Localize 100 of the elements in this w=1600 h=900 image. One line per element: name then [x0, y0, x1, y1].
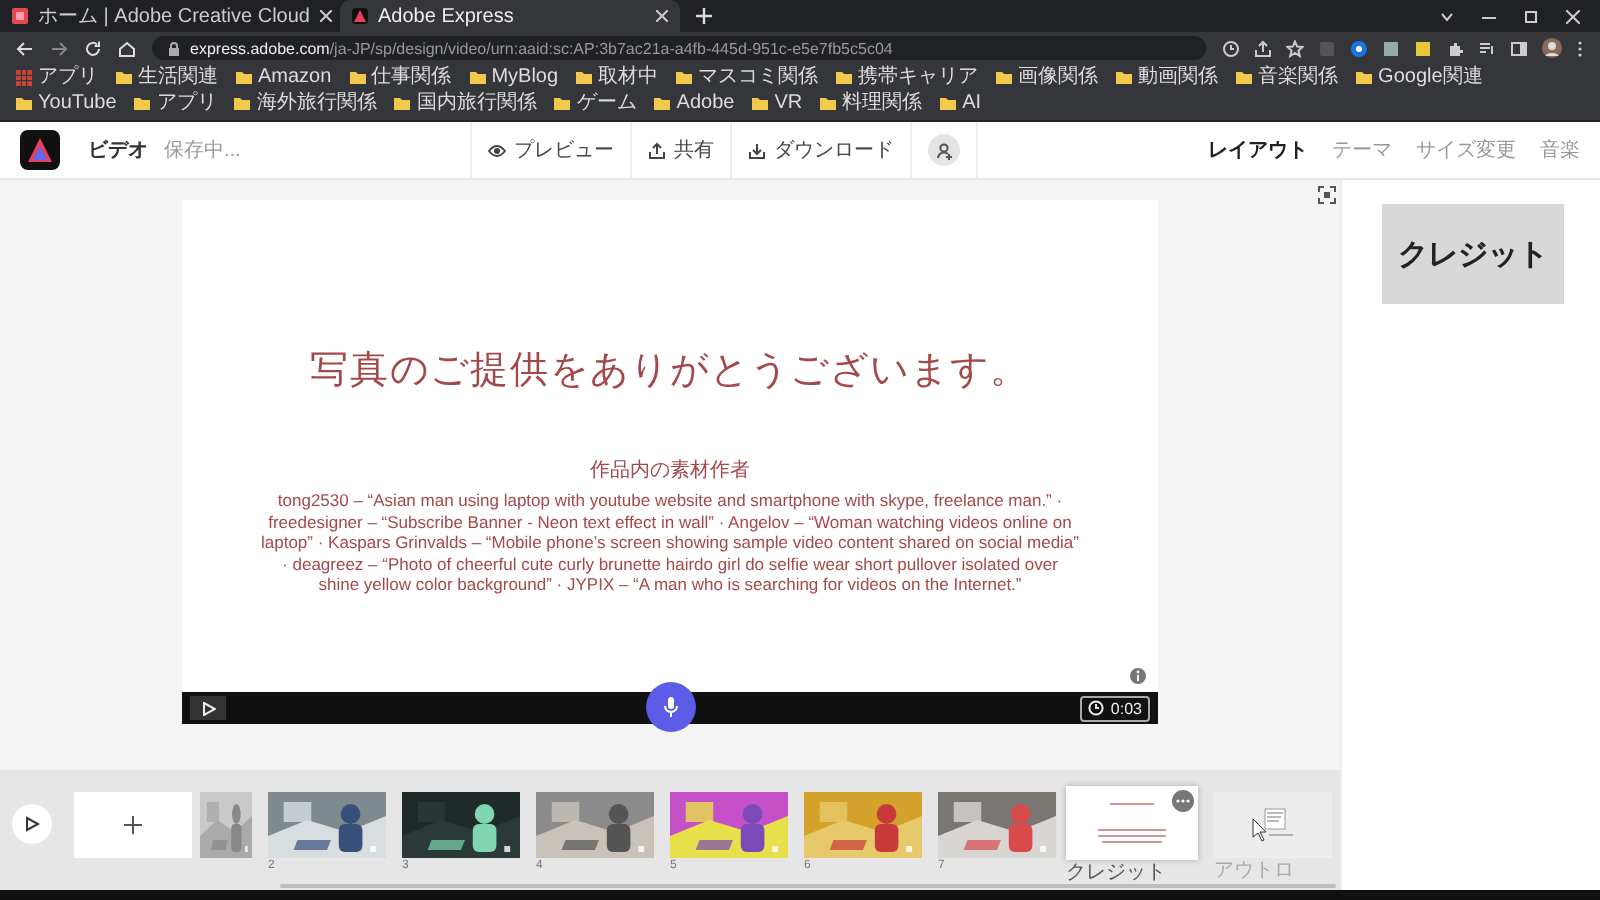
clip-label: アウトロ [1214, 860, 1296, 882]
share-icon[interactable] [1254, 39, 1272, 57]
clip-thumbnail[interactable] [536, 792, 654, 858]
reload-icon[interactable] [84, 39, 102, 57]
clip-thumbnail[interactable] [804, 792, 922, 858]
bookmark[interactable]: YouTube [16, 92, 117, 116]
bookmark[interactable]: アプリ [134, 92, 217, 116]
bookmark[interactable]: 取材中 [576, 66, 659, 90]
menu-icon[interactable] [1576, 39, 1584, 57]
bookmark[interactable]: 料理関係 [820, 92, 923, 116]
history-icon[interactable] [1222, 39, 1240, 57]
profile-avatar-icon[interactable] [1542, 38, 1562, 58]
clip-thumbnail[interactable] [670, 792, 788, 858]
lock-icon [168, 41, 180, 55]
clock-icon [1088, 700, 1105, 716]
play-button[interactable] [12, 804, 52, 844]
close-icon[interactable] [320, 10, 332, 22]
forward-icon[interactable] [50, 39, 68, 57]
bookmark[interactable]: Google関連 [1356, 66, 1483, 90]
folder-icon [349, 70, 366, 86]
clip-thumbnail[interactable] [1214, 792, 1332, 858]
close-icon[interactable] [656, 10, 668, 22]
bookmark[interactable]: ゲーム [554, 92, 637, 116]
app-logo-icon[interactable] [20, 130, 60, 170]
folder-icon [469, 70, 486, 86]
scrollbar[interactable] [280, 884, 1336, 888]
duration-badge[interactable]: 0:03 [1080, 695, 1150, 721]
sidebar-icon[interactable] [1510, 39, 1528, 57]
tab-favicon-icon [12, 8, 28, 24]
maximize-icon[interactable] [1524, 9, 1538, 23]
close-icon[interactable] [1566, 9, 1580, 23]
eye-icon [488, 141, 507, 159]
add-person-icon [935, 141, 954, 159]
star-icon[interactable] [1286, 39, 1304, 57]
bookmark[interactable]: 音楽関係 [1236, 66, 1339, 90]
slide-title: 写真のご提供をありがとうございます。 [310, 348, 1030, 396]
bookmark[interactable]: Amazon [236, 66, 332, 90]
save-status: 保存中... [164, 137, 241, 164]
new-tab-icon[interactable] [696, 8, 712, 24]
bookmark[interactable]: 生活関連 [116, 66, 218, 90]
share-icon [648, 141, 667, 159]
bookmark[interactable]: MyBlog [469, 66, 559, 90]
folder-icon [1356, 70, 1373, 86]
clip-label: クレジット [1066, 862, 1168, 884]
home-icon[interactable] [118, 39, 136, 57]
folder-icon [996, 70, 1013, 86]
apps-grid-icon [16, 70, 32, 86]
play-icon [201, 701, 215, 715]
tab-title: ホーム | Adobe Creative Cloud [38, 4, 310, 30]
folder-icon [940, 96, 957, 112]
media-icon[interactable] [1478, 39, 1496, 57]
folder-icon [394, 96, 411, 112]
address-bar[interactable]: express.adobe.com/ja-JP/sp/design/video/urn:aaid:sc:AP:3b7ac21a-a4fb-445d-951c-e5e7fb5c5c04 [152, 36, 1206, 60]
folder-icon [1236, 70, 1253, 86]
folder-icon [1116, 70, 1133, 86]
bookmark[interactable]: 国内旅行関係 [394, 92, 537, 116]
browser-tab[interactable]: Adobe Express [340, 0, 680, 32]
fit-screen-icon[interactable] [1318, 186, 1336, 204]
add-clip-button[interactable] [74, 792, 192, 858]
clip-thumbnail[interactable] [938, 792, 1056, 858]
outro-thumbnail-drawing [1252, 808, 1294, 842]
tab-favicon-icon [352, 8, 368, 24]
microphone-button[interactable] [646, 682, 696, 732]
extensions-icon[interactable] [1446, 39, 1464, 57]
bookmark[interactable]: Adobe [654, 92, 735, 116]
plus-icon [124, 816, 142, 834]
download-icon [748, 141, 767, 159]
bookmark[interactable]: VR [752, 92, 803, 116]
panel-tab[interactable]: レイアウト [1208, 136, 1308, 164]
credits-text: tong2530 – “Asian man using laptop with youtube website and smartphone with skype, freelance man.” · freedesigner – “Subscribe Banner - Neon text effect in wall” · Angelov – “Woman watching videos online on laptop” · Kaspars Grinvalds – “Mobile phone’s screen showing sample video content shared on social media” · deagreez – “Photo of cheerful cute curly brunette hairdo girl do selfie wear short pullover isolated over shine yellow color background” · JYPIX – “A man who is searching for videos on the Internet.” [260, 490, 1080, 595]
preview-button[interactable]: プレビュー [472, 122, 633, 178]
clip-thumbnail[interactable] [1066, 786, 1198, 860]
bookmark[interactable]: 画像関係 [996, 66, 1099, 90]
project-title: ビデオ [88, 137, 148, 164]
bookmark[interactable]: マスコミ関係 [676, 66, 819, 90]
layout-option[interactable]: クレジット [1382, 204, 1564, 304]
folder-icon [16, 96, 32, 112]
download-button[interactable]: ダウンロード [732, 122, 913, 178]
clip-thumbnail[interactable] [200, 792, 252, 858]
chevron-down-icon[interactable] [1440, 9, 1454, 23]
bookmark[interactable]: AI [940, 92, 982, 116]
share-button[interactable]: 共有 [632, 122, 733, 178]
folder-icon [752, 96, 769, 112]
bookmark[interactable]: 海外旅行関係 [234, 92, 377, 116]
bookmark[interactable]: 仕事関係 [349, 66, 452, 90]
slide-canvas[interactable] [182, 200, 1158, 692]
play-button[interactable] [190, 696, 226, 720]
clip-thumbnail[interactable] [268, 792, 386, 858]
bookmark[interactable]: 携帯キャリア [836, 66, 979, 90]
tab-title: Adobe Express [378, 5, 516, 27]
info-icon[interactable] [1130, 668, 1146, 684]
bookmark[interactable]: 動画関係 [1116, 66, 1219, 90]
play-icon [24, 816, 40, 832]
more-icon[interactable] [1172, 790, 1194, 812]
clip-thumbnail[interactable] [402, 792, 520, 858]
invite-button[interactable] [928, 134, 961, 166]
browser-tab[interactable]: ホーム | Adobe Creative Cloud [0, 0, 340, 32]
bookmark[interactable]: アプリ [16, 66, 98, 90]
microphone-icon [662, 696, 680, 718]
back-icon[interactable] [16, 39, 34, 57]
